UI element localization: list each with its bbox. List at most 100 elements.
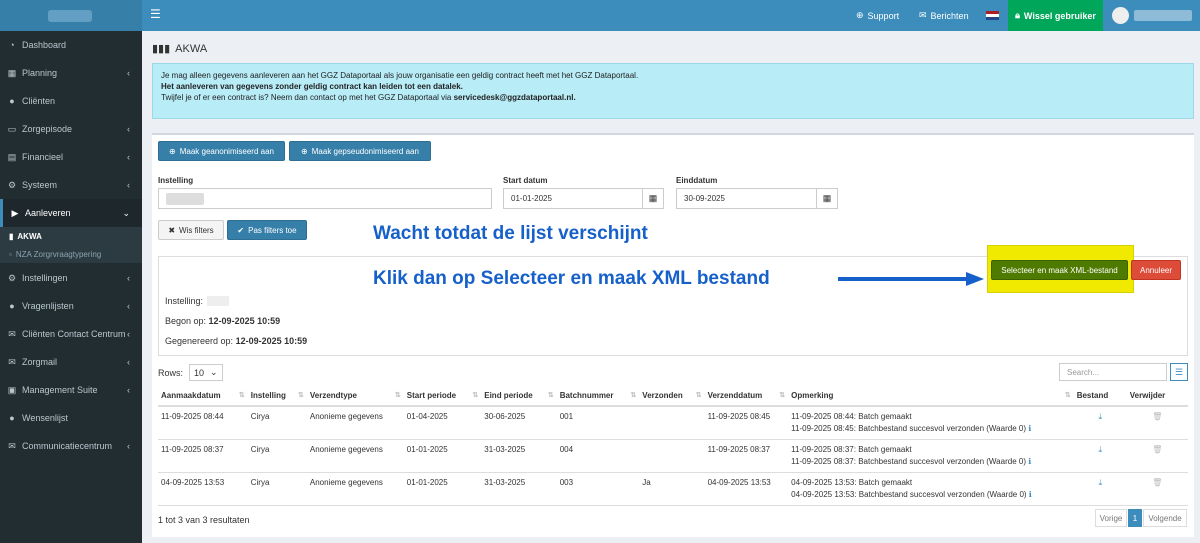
sort-icon: ⇅: [695, 392, 702, 399]
info-icon[interactable]: ℹ: [1026, 424, 1031, 433]
sidebar-item-wensenlijst[interactable]: ● Wensenlijst: [0, 404, 142, 432]
star-icon: ●: [9, 413, 15, 423]
folder-icon: ▭: [7, 123, 17, 134]
trash-icon[interactable]: 🗑︎: [1126, 439, 1188, 473]
chevron-down-icon: ⌄: [210, 367, 218, 377]
column-header[interactable]: Verwijder: [1126, 386, 1188, 407]
truck-icon: ▶: [11, 207, 19, 218]
sidebar-item-financieel[interactable]: ▤ Financieel ‹: [0, 143, 142, 171]
download-icon[interactable]: ⤓: [1073, 439, 1127, 473]
info-instelling-blurred: [207, 296, 230, 306]
sidebar-item-label: Systeem: [22, 180, 58, 190]
column-header[interactable]: Verzenddatum ⇅: [704, 386, 789, 407]
column-header[interactable]: Start periode ⇅: [403, 386, 482, 407]
table-cell: Anonieme gegevens: [306, 406, 404, 440]
sort-icon: ⇅: [630, 392, 637, 399]
rows-select[interactable]: 10 ⌄: [189, 364, 223, 381]
clear-filters-button[interactable]: ✖ Wis filters: [158, 220, 224, 240]
chevron-left-icon: ‹: [127, 385, 130, 395]
table-cell: 30-06-2025: [481, 406, 557, 440]
column-header[interactable]: Aanmaakdatum ⇅: [158, 386, 248, 407]
info-icon[interactable]: ℹ: [1027, 490, 1032, 499]
sidebar-item-label: Dashboard: [22, 40, 67, 50]
sort-icon: ⇅: [238, 392, 245, 399]
chevron-down-icon: ⌄: [122, 207, 130, 218]
remark-cell: 04-09-2025 13:53: Batch gemaakt 04-09-202…: [788, 472, 1074, 506]
trash-icon[interactable]: 🗑︎: [1126, 472, 1188, 506]
sidebar-item-cli-nten-contact-centrum[interactable]: ✉ Cliënten Contact Centrum ‹: [0, 320, 142, 348]
column-header[interactable]: Batchnummer ⇅: [556, 386, 640, 407]
list-view-icon[interactable]: ☰: [1170, 363, 1188, 381]
money-icon: ▤: [7, 151, 17, 162]
apply-filters-button[interactable]: ✔ Pas filters toe: [227, 220, 307, 240]
calendar-icon[interactable]: ▦: [816, 188, 838, 209]
chevron-left-icon: ‹: [127, 180, 130, 190]
generated-label: Gegenereerd op:: [165, 336, 236, 346]
search-input[interactable]: Search...: [1059, 363, 1167, 381]
sidebar-item-cli-nten[interactable]: ● Cliënten: [0, 87, 142, 115]
language-flag[interactable]: [986, 0, 999, 31]
avatar[interactable]: [1112, 7, 1129, 24]
create-anonymized-button[interactable]: ⊕ Maak geanonimiseerd aan: [158, 141, 285, 161]
calendar-icon: ▦: [7, 67, 17, 78]
column-header[interactable]: Verzendtype ⇅: [306, 386, 404, 407]
sidebar-item-label: Zorgepisode: [22, 124, 73, 134]
check-icon: ✔: [237, 225, 245, 235]
download-icon[interactable]: ⤓: [1073, 406, 1127, 440]
sidebar-item-management-suite[interactable]: ▣ Management Suite ‹: [0, 376, 142, 404]
switch-user-button[interactable]: 🔒︎ Wissel gebruiker: [1008, 0, 1103, 31]
pagination-next[interactable]: Volgende: [1143, 509, 1187, 527]
sidebar-item-communicatiecentrum[interactable]: ✉ Communicatiecentrum ‹: [0, 432, 142, 460]
column-header[interactable]: Bestand: [1073, 386, 1127, 407]
contract-alert: Je mag alleen gegevens aanleveren aan he…: [152, 63, 1194, 119]
sidebar-item-zorgmail[interactable]: ✉ Zorgmail ‹: [0, 348, 142, 376]
sidebar-item-label: Zorgmail: [22, 357, 58, 367]
app-logo[interactable]: [0, 0, 142, 31]
table-cell: 11-09-2025 08:45: [704, 406, 789, 440]
start-date-input[interactable]: 01-01-2025: [503, 188, 643, 209]
akwa-panel: ⊕ Maak geanonimiseerd aan ⊕ Maak gepseudon…: [152, 133, 1194, 537]
sidebar-item-systeem[interactable]: ⚙ Systeem ‹: [0, 171, 142, 199]
sidebar-item-label: Cliënten: [22, 96, 56, 106]
lock-icon: 🔒︎: [1015, 10, 1020, 20]
results-count: 1 tot 3 van 3 resultaten: [158, 515, 250, 525]
sidebar-item-zorgepisode[interactable]: ▭ Zorgepisode ‹: [0, 115, 142, 143]
chevron-left-icon: ‹: [127, 329, 130, 339]
pagination-page-1[interactable]: 1: [1128, 509, 1142, 527]
sidebar-item-label: Vragenlijsten: [22, 301, 74, 311]
support-link[interactable]: ⊕ Support: [856, 0, 899, 31]
sidebar-item-planning[interactable]: ▦ Planning ‹: [0, 59, 142, 87]
messages-link[interactable]: ✉ Berichten: [919, 0, 969, 31]
select-xml-button[interactable]: Selecteer en maak XML-bestand: [991, 260, 1128, 280]
info-icon[interactable]: ℹ: [1026, 457, 1031, 466]
table-cell: 11-09-2025 08:44: [158, 406, 248, 440]
sidebar-subitem-akwa[interactable]: ▮ AKWA: [0, 227, 142, 245]
table-cell: 003: [556, 472, 640, 506]
calendar-icon[interactable]: ▦: [642, 188, 664, 209]
sort-icon: ⇅: [1064, 392, 1071, 399]
column-header[interactable]: Verzonden ⇅: [639, 386, 705, 407]
table-cell: 004: [556, 439, 640, 473]
chevron-left-icon: ‹: [127, 301, 130, 311]
trash-icon[interactable]: 🗑︎: [1126, 406, 1188, 440]
instelling-field[interactable]: [158, 188, 492, 209]
column-header[interactable]: Instelling ⇅: [247, 386, 307, 407]
sidebar-item-dashboard[interactable]: ◔ Dashboard: [0, 31, 142, 59]
column-header[interactable]: Eind periode ⇅: [481, 386, 557, 407]
sidebar-item-vragenlijsten[interactable]: ● Vragenlijsten ‹: [0, 292, 142, 320]
sidebar-subitem-nza[interactable]: ▫ NZA Zorgrvraagtypering: [0, 245, 142, 263]
inbox-icon: ✉: [8, 440, 16, 451]
instelling-label: Instelling: [158, 176, 194, 185]
end-date-input[interactable]: 30-09-2025: [676, 188, 817, 209]
pagination-previous[interactable]: Vorige: [1095, 509, 1127, 527]
column-header[interactable]: Opmerking ⇅: [788, 386, 1074, 407]
sidebar-item-instellingen[interactable]: ⚙ Instellingen ‹: [0, 264, 142, 292]
create-pseudonymized-button[interactable]: ⊕ Maak gepseudonimiseerd aan: [289, 141, 431, 161]
menu-toggle-icon[interactable]: ☰: [150, 7, 161, 21]
cancel-button[interactable]: Annuleer: [1131, 260, 1181, 280]
begun-value: 12-09-2025 10:59: [208, 316, 281, 326]
download-icon[interactable]: ⤓: [1073, 472, 1127, 506]
sidebar-item-aanleveren[interactable]: ▶ Aanleveren ⌄: [0, 199, 142, 227]
user-name-blurred[interactable]: [1134, 10, 1192, 21]
table-cell: 04-09-2025 13:53: [704, 472, 789, 506]
